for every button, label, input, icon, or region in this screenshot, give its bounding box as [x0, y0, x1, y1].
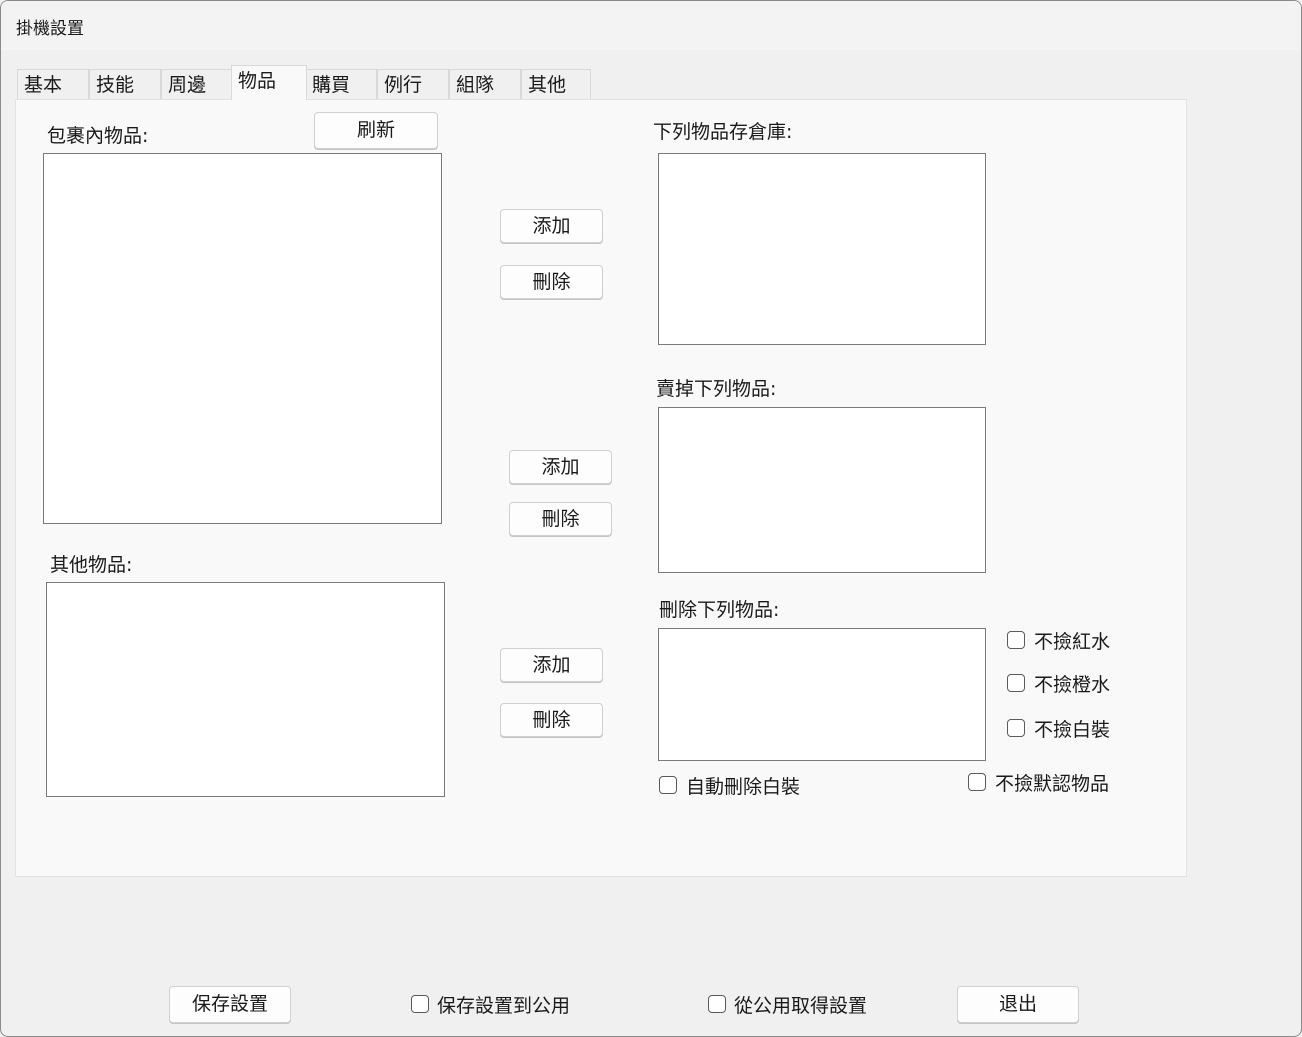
other-items-label: 其他物品: [50, 554, 133, 576]
checkbox-box[interactable] [708, 995, 726, 1013]
save-to-public-label: 保存設置到公用 [437, 995, 571, 1017]
no-pick-default-label: 不撿默認物品 [995, 773, 1110, 795]
checkbox-box[interactable] [1007, 674, 1025, 692]
add-sell-button[interactable]: 添加 [509, 450, 612, 484]
tab-other[interactable]: 其他 [521, 69, 591, 99]
add-delete-button[interactable]: 添加 [500, 648, 603, 682]
checkbox-box[interactable] [1007, 631, 1025, 649]
bag-items-label: 包裹內物品: [47, 125, 149, 147]
delete-items-label: 刪除下列物品: [659, 599, 780, 621]
checkbox-box[interactable] [1007, 719, 1025, 737]
tab-party[interactable]: 組隊 [449, 69, 521, 99]
other-items-list[interactable] [46, 582, 445, 797]
add-store-button[interactable]: 添加 [500, 209, 603, 243]
tab-items[interactable]: 物品 [231, 65, 307, 100]
load-from-public-label: 從公用取得設置 [734, 995, 868, 1017]
remove-sell-button[interactable]: 刪除 [509, 502, 612, 536]
checkbox-box[interactable] [411, 995, 429, 1013]
bag-items-list[interactable] [43, 153, 442, 524]
sell-items-label: 賣掉下列物品: [656, 378, 777, 400]
items-tab-panel: 包裹內物品: 刷新 其他物品: 添加 刪除 添加 刪除 添加 刪除 下列物品存倉… [15, 99, 1187, 877]
checkbox-box[interactable] [659, 776, 677, 794]
settings-window: 掛機設置 基本 技能 周邊 物品 購買 例行 組隊 其他 包裹內物品: 刷新 其… [0, 0, 1302, 1037]
remove-delete-button[interactable]: 刪除 [500, 703, 603, 737]
tab-skills[interactable]: 技能 [89, 69, 161, 99]
remove-store-button[interactable]: 刪除 [500, 265, 603, 299]
store-items-label: 下列物品存倉庫: [653, 121, 793, 143]
delete-items-list[interactable] [658, 628, 986, 761]
store-items-list[interactable] [658, 153, 986, 345]
auto-delete-white-label: 自動刪除白裝 [686, 776, 801, 798]
checkbox-box[interactable] [968, 773, 986, 791]
exit-button[interactable]: 退出 [957, 986, 1079, 1023]
sell-items-list[interactable] [658, 407, 986, 573]
window-title: 掛機設置 [16, 19, 84, 39]
no-pick-white-label: 不撿白裝 [1034, 719, 1111, 741]
no-pick-red-label: 不撿紅水 [1034, 631, 1111, 653]
tab-routine[interactable]: 例行 [377, 69, 449, 99]
tab-surroundings[interactable]: 周邊 [161, 69, 233, 99]
tab-purchase[interactable]: 購買 [305, 69, 377, 99]
tab-basic[interactable]: 基本 [17, 69, 89, 99]
save-settings-button[interactable]: 保存設置 [169, 986, 291, 1023]
refresh-button[interactable]: 刷新 [314, 112, 438, 149]
title-bar: 掛機設置 [1, 1, 1301, 51]
no-pick-orange-label: 不撿橙水 [1034, 674, 1111, 696]
